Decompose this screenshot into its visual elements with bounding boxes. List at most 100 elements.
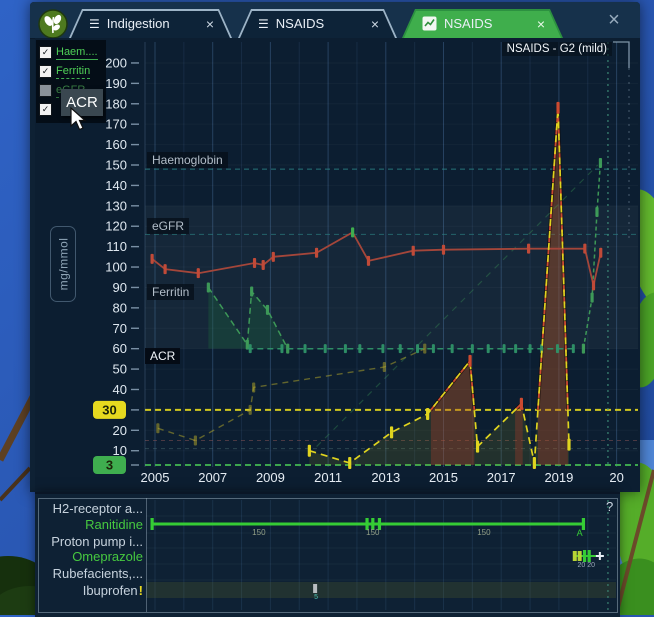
data-point-marker bbox=[163, 264, 167, 275]
svg-text:150: 150 bbox=[105, 158, 127, 173]
data-point-marker bbox=[150, 253, 154, 264]
acute-flag: A bbox=[577, 528, 583, 538]
data-point-marker bbox=[193, 435, 197, 446]
data-point-marker bbox=[271, 251, 275, 262]
observations-chart[interactable]: 10 20 30 40 50 60 70 80 90 100 110 120 130 140 150 160 1… bbox=[35, 38, 640, 490]
series-label-egfr: eGFR bbox=[147, 218, 190, 234]
menu-icon: ☰ bbox=[258, 16, 269, 31]
timeline-row-rubefacients[interactable]: Rubefacients,... bbox=[40, 566, 143, 581]
data-point-marker bbox=[416, 344, 420, 354]
data-point-marker bbox=[196, 268, 200, 279]
data-point-marker bbox=[206, 282, 210, 293]
tab-label: NSAIDS bbox=[444, 16, 493, 31]
data-point-marker bbox=[556, 101, 560, 114]
data-point-marker bbox=[252, 257, 257, 268]
data-point-marker bbox=[307, 444, 311, 457]
data-point-marker bbox=[519, 397, 523, 410]
svg-text:140: 140 bbox=[105, 178, 127, 193]
data-point-marker bbox=[280, 344, 284, 354]
tab-nsaids-1[interactable]: ☰ NSAIDS × bbox=[238, 9, 397, 38]
data-point-marker bbox=[156, 423, 160, 434]
svg-text:170: 170 bbox=[105, 117, 127, 132]
app-logo-icon[interactable] bbox=[38, 9, 68, 39]
tab-close-icon[interactable]: × bbox=[369, 16, 381, 32]
svg-text:60: 60 bbox=[113, 341, 127, 356]
plus-marker bbox=[595, 552, 604, 560]
timeline-row-omeprazole[interactable]: Omeprazole bbox=[40, 549, 143, 564]
data-point-marker bbox=[248, 344, 252, 354]
medication-timeline[interactable]: 150 150 150 A 20 20 5 bbox=[146, 498, 616, 612]
xtick-label: 2009 bbox=[256, 470, 285, 485]
y-axis-unit: mg/mmol bbox=[56, 237, 70, 291]
timeline-row-ranitidine[interactable]: Ranitidine bbox=[40, 517, 143, 532]
timeline-row-h2-receptor[interactable]: H2-receptor a... bbox=[40, 501, 143, 516]
svg-text:3: 3 bbox=[106, 458, 113, 473]
data-point-marker bbox=[599, 247, 603, 258]
data-point-marker bbox=[265, 304, 270, 315]
legend-item-ferritin[interactable]: ✓ Ferritin bbox=[39, 62, 106, 81]
data-point-marker bbox=[261, 260, 265, 271]
data-point-marker bbox=[389, 426, 394, 439]
tab-nsaids-2-active[interactable]: NSAIDS × bbox=[402, 9, 563, 38]
dose-label: 150 bbox=[366, 528, 380, 537]
data-point-marker bbox=[323, 344, 327, 354]
dose-label: 150 bbox=[252, 528, 266, 537]
tab-label: NSAIDS bbox=[275, 16, 325, 31]
tab-indigestion[interactable]: ☰ Indigestion × bbox=[69, 9, 232, 38]
checkbox-checked-icon[interactable]: ✓ bbox=[39, 46, 52, 59]
mouse-cursor bbox=[70, 107, 87, 131]
data-point-marker bbox=[248, 404, 252, 415]
legend-item-haemoglobin[interactable]: ✓ Haem.... bbox=[39, 43, 106, 62]
data-point-marker bbox=[348, 456, 352, 469]
svg-text:70: 70 bbox=[113, 321, 127, 336]
acr-alert-fill bbox=[430, 360, 475, 465]
checkbox-checked-icon[interactable]: ✓ bbox=[39, 65, 52, 78]
svg-text:80: 80 bbox=[113, 300, 127, 315]
prescription-marker bbox=[150, 518, 154, 530]
checkbox-unchecked-icon[interactable] bbox=[39, 84, 52, 97]
data-point-marker bbox=[581, 343, 586, 354]
svg-text:40: 40 bbox=[113, 382, 127, 397]
data-point-marker bbox=[351, 227, 355, 238]
chart-title: NSAIDS - G2 (mild) bbox=[501, 42, 612, 56]
xtick-label: 2013 bbox=[371, 470, 400, 485]
svg-text:110: 110 bbox=[106, 239, 127, 254]
timeline-row-ibuprofen[interactable]: Ibuprofen! bbox=[40, 583, 143, 598]
data-point-marker bbox=[398, 344, 402, 354]
data-point-marker bbox=[571, 344, 575, 354]
svg-text:200: 200 bbox=[105, 55, 127, 70]
dose-label: 20 20 bbox=[578, 562, 596, 569]
y-axis-unit-badge: mg/mmol bbox=[50, 226, 76, 302]
xtick-label: 2011 bbox=[314, 470, 342, 485]
svg-text:10: 10 bbox=[113, 443, 127, 458]
tab-close-icon[interactable]: × bbox=[535, 16, 547, 32]
data-point-marker bbox=[358, 344, 362, 354]
chart-panel[interactable]: 10 20 30 40 50 60 70 80 90 100 110 120 130 140 150 160 1… bbox=[35, 38, 640, 490]
prescription-marker bbox=[587, 550, 591, 562]
data-point-marker bbox=[470, 344, 474, 354]
xtick-label: 2017 bbox=[487, 470, 516, 485]
dose-label: 150 bbox=[477, 528, 491, 537]
event-marker bbox=[313, 584, 318, 593]
checkbox-checked-icon[interactable]: ✓ bbox=[39, 103, 52, 116]
timeline-row-proton-pump[interactable]: Proton pump i... bbox=[40, 534, 143, 549]
window-close-icon[interactable]: × bbox=[601, 8, 627, 32]
svg-text:100: 100 bbox=[105, 260, 127, 275]
legend-label[interactable]: Ferritin bbox=[56, 65, 91, 79]
data-point-marker bbox=[343, 344, 347, 354]
prescription-marker bbox=[572, 551, 577, 561]
data-point-marker bbox=[423, 343, 427, 354]
xtick-label: 2005 bbox=[141, 470, 170, 485]
series-label-acr: ACR bbox=[145, 348, 181, 364]
data-point-marker bbox=[426, 407, 430, 420]
legend-label[interactable]: Haem.... bbox=[56, 46, 98, 60]
svg-text:180: 180 bbox=[105, 96, 127, 111]
series-label-haemoglobin: Haemoglobin bbox=[147, 152, 228, 168]
svg-text:190: 190 bbox=[105, 76, 127, 91]
data-point-marker bbox=[314, 247, 319, 258]
xtick-label: 2007 bbox=[198, 470, 227, 485]
data-point-marker bbox=[532, 456, 536, 469]
xtick-label: 20 bbox=[609, 470, 623, 485]
data-point-marker bbox=[252, 382, 256, 393]
tab-close-icon[interactable]: × bbox=[204, 16, 216, 32]
